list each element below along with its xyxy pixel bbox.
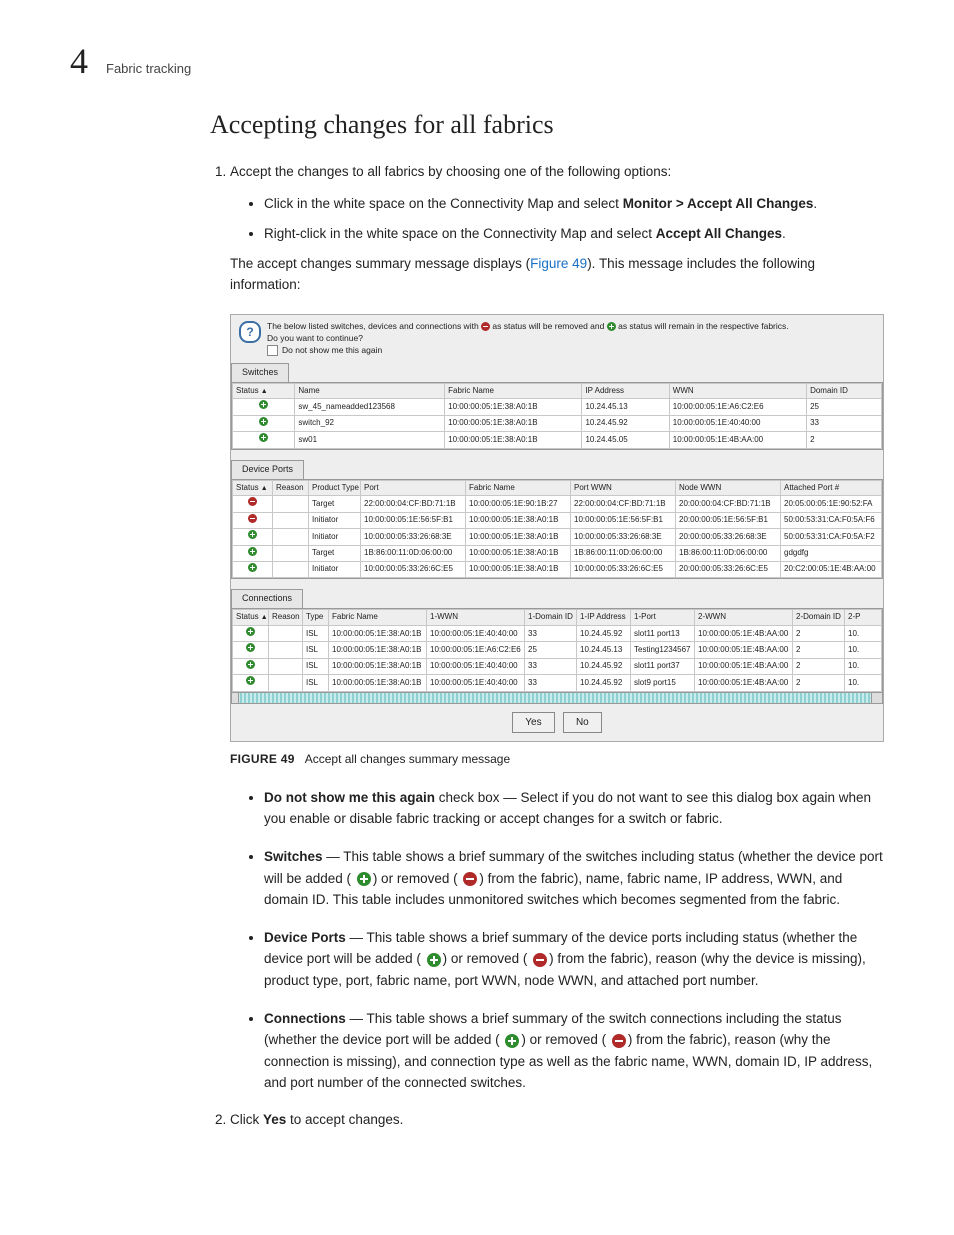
- table-row: ISL10:00:00:05:1E:38:A0:1B10:00:00:05:1E…: [233, 642, 882, 658]
- desc-checkbox: Do not show me this again check box — Se…: [264, 787, 884, 830]
- table-row: Initiator10:00:00:05:33:26:68:3E10:00:00…: [233, 529, 882, 545]
- table-row: Target22:00:00:04:CF:BD:71:1B10:00:00:05…: [233, 496, 882, 512]
- sort-icon[interactable]: ▲: [261, 485, 268, 492]
- sort-icon[interactable]: ▲: [261, 388, 268, 395]
- ports-table: Status▲ Reason Product Type Port Fabric …: [231, 480, 883, 580]
- plus-status-icon: [248, 563, 257, 572]
- add-icon: [427, 953, 441, 967]
- minus-status-icon: [248, 514, 257, 523]
- plus-status-icon: [246, 627, 255, 636]
- table-row: sw0110:00:00:05:1E:38:A0:1B10.24.45.0510…: [233, 432, 882, 448]
- tab-switches[interactable]: Switches: [231, 363, 289, 382]
- switches-table: Status▲ Name Fabric Name IP Address WWN …: [231, 383, 883, 450]
- table-row: Initiator10:00:00:05:33:26:6C:E510:00:00…: [233, 561, 882, 577]
- table-row: Target1B:86:00:11:0D:06:00:0010:00:00:05…: [233, 545, 882, 561]
- figure-link[interactable]: Figure 49: [530, 256, 587, 271]
- desc-switches: Switches — This table shows a brief summ…: [264, 846, 884, 911]
- breadcrumb: Fabric tracking: [106, 61, 191, 76]
- tab-device-ports[interactable]: Device Ports: [231, 460, 304, 479]
- summary-paragraph: The accept changes summary message displ…: [230, 254, 884, 296]
- plus-status-icon: [259, 417, 268, 426]
- table-row: ISL10:00:00:05:1E:38:A0:1B10:00:00:05:1E…: [233, 626, 882, 642]
- step1-option-1: Click in the white space on the Connecti…: [264, 193, 884, 215]
- add-icon: [357, 872, 371, 886]
- plus-status-icon: [248, 530, 257, 539]
- chapter-number: 4: [70, 40, 88, 82]
- no-button[interactable]: No: [563, 712, 602, 734]
- table-row: ISL10:00:00:05:1E:38:A0:1B10:00:00:05:1E…: [233, 658, 882, 674]
- plus-status-icon: [259, 400, 268, 409]
- remove-icon: [533, 953, 547, 967]
- question-icon: ?: [239, 321, 261, 343]
- table-header: Status▲ Name Fabric Name IP Address WWN …: [233, 383, 882, 399]
- dialog-message: The below listed switches, devices and c…: [267, 321, 789, 357]
- step1-option-2: Right-click in the white space on the Co…: [264, 223, 884, 245]
- figure-caption: FIGURE 49 Accept all changes summary mes…: [230, 750, 884, 769]
- table-header: Status▲ Reason Product Type Port Fabric …: [233, 480, 882, 496]
- remove-icon: [612, 1034, 626, 1048]
- table-row: Initiator10:00:00:05:1E:56:5F:B110:00:00…: [233, 512, 882, 528]
- table-row: sw_45_nameadded12356810:00:00:05:1E:38:A…: [233, 399, 882, 415]
- dont-show-checkbox[interactable]: [267, 345, 278, 356]
- table-row: ISL10:00:00:05:1E:38:A0:1B10:00:00:05:1E…: [233, 675, 882, 691]
- add-icon: [505, 1034, 519, 1048]
- plus-status-icon: [259, 433, 268, 442]
- plus-status-icon: [246, 660, 255, 669]
- plus-status-icon: [246, 643, 255, 652]
- remove-status-icon: [481, 322, 490, 331]
- accept-changes-dialog: ? The below listed switches, devices and…: [230, 314, 884, 742]
- minus-status-icon: [248, 497, 257, 506]
- plus-status-icon: [246, 676, 255, 685]
- remain-status-icon: [607, 322, 616, 331]
- remove-icon: [463, 872, 477, 886]
- desc-ports: Device Ports — This table shows a brief …: [264, 927, 884, 992]
- page-title: Accepting changes for all fabrics: [210, 110, 884, 140]
- connections-table: Status▲ Reason Type Fabric Name 1-WWN 1-…: [231, 609, 883, 692]
- table-row: switch_9210:00:00:05:1E:38:A0:1B10.24.45…: [233, 415, 882, 431]
- tab-connections[interactable]: Connections: [231, 589, 303, 608]
- table-header: Status▲ Reason Type Fabric Name 1-WWN 1-…: [233, 610, 882, 626]
- desc-connections: Connections — This table shows a brief s…: [264, 1008, 884, 1094]
- step-1: Accept the changes to all fabrics by cho…: [230, 162, 884, 1094]
- page-header: 4 Fabric tracking: [70, 40, 884, 82]
- yes-button[interactable]: Yes: [512, 712, 554, 734]
- sort-icon[interactable]: ▲: [261, 614, 268, 621]
- step-2: Click Yes to accept changes.: [230, 1110, 884, 1131]
- plus-status-icon: [248, 547, 257, 556]
- horizontal-scrollbar[interactable]: [231, 693, 883, 704]
